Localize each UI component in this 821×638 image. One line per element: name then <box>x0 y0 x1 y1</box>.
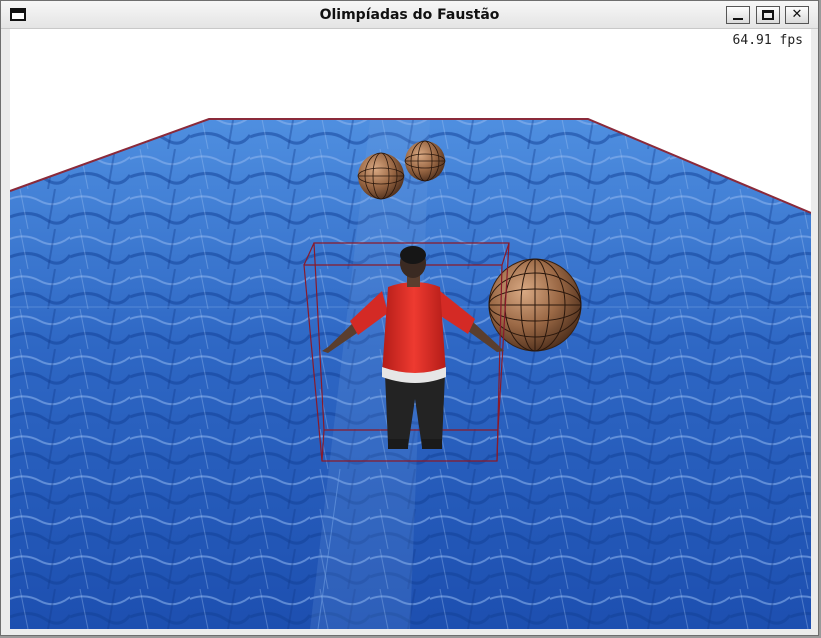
game-window: Olimpíadas do Faustão ✕ 64.91 fps <box>0 0 819 636</box>
ball-far-left <box>357 152 405 200</box>
close-button[interactable]: ✕ <box>785 6 809 24</box>
fps-counter: 64.91 fps <box>732 33 803 48</box>
game-viewport[interactable]: 64.91 fps <box>10 29 811 629</box>
maximize-button[interactable] <box>756 6 780 24</box>
maximize-icon <box>762 10 774 20</box>
minimize-button[interactable] <box>726 6 750 24</box>
game-scene <box>10 118 811 629</box>
window-title: Olimpíadas do Faustão <box>319 7 500 23</box>
minimize-icon <box>733 18 743 20</box>
ball-near <box>488 258 582 352</box>
title-bar[interactable]: Olimpíadas do Faustão ✕ <box>1 1 818 29</box>
close-icon: ✕ <box>791 7 803 22</box>
ball-far-right <box>404 140 446 182</box>
